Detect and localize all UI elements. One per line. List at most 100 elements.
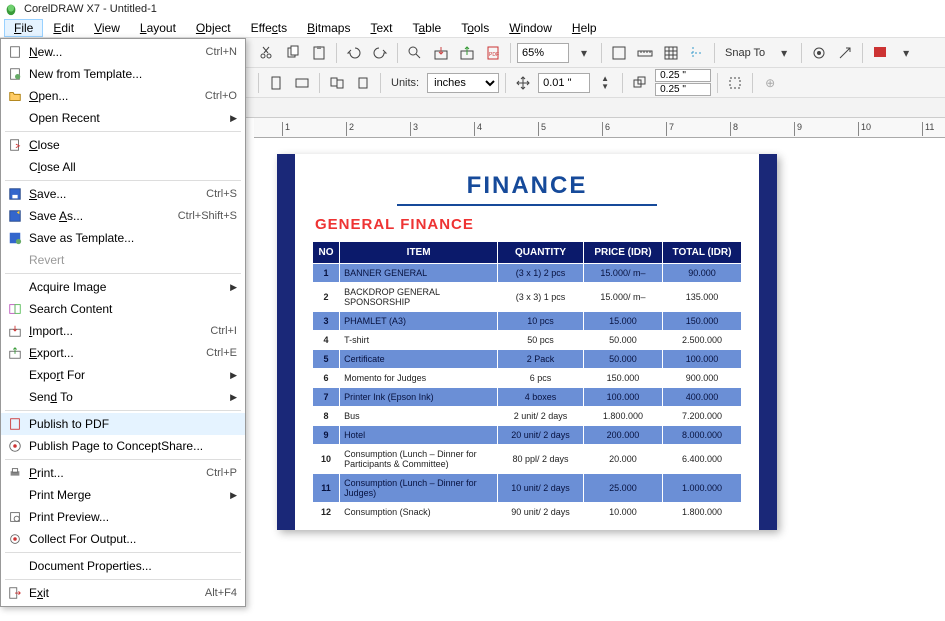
menu-item-new[interactable]: New...Ctrl+N [1, 41, 245, 63]
cell-item: Consumption (Snack) [340, 503, 498, 522]
menu-item-export[interactable]: Export...Ctrl+E [1, 342, 245, 364]
current-page-button[interactable] [352, 72, 374, 94]
menu-item-label: Open... [29, 89, 205, 103]
nudge-spinner-icon[interactable]: ▲▼ [594, 72, 616, 94]
menu-item-label: Print... [29, 466, 206, 480]
duplicate-x-input[interactable] [655, 69, 711, 82]
nudge-input[interactable] [538, 73, 590, 93]
copy-button[interactable] [282, 42, 304, 64]
menu-text[interactable]: Text [360, 19, 402, 37]
menu-separator [5, 180, 241, 181]
cell-total: 1.800.000 [662, 503, 741, 522]
menu-separator [5, 410, 241, 411]
guidelines-button[interactable] [686, 42, 708, 64]
menu-item-acquire-image[interactable]: Acquire Image▶ [1, 276, 245, 298]
menu-item-collect-for-output[interactable]: Collect For Output... [1, 528, 245, 550]
cell-price: 20.000 [583, 445, 662, 474]
menu-item-publish-to-pdf[interactable]: Publish to PDF [1, 413, 245, 435]
menu-item-save-as-template[interactable]: Save as Template... [1, 227, 245, 249]
rulers-button[interactable] [634, 42, 656, 64]
doc-subtitle: GENERAL FINANCE [315, 216, 759, 233]
grid-button[interactable] [660, 42, 682, 64]
menu-item-open-recent[interactable]: Open Recent▶ [1, 107, 245, 129]
concept-icon [5, 437, 25, 455]
cell-total: 150.000 [662, 312, 741, 331]
menu-view[interactable]: View [84, 19, 130, 37]
menu-edit[interactable]: Edit [43, 19, 84, 37]
col-price: PRICE (IDR) [583, 242, 662, 264]
publish-pdf-button[interactable]: PDF [482, 42, 504, 64]
canvas[interactable]: FINANCE GENERAL FINANCE NO ITEM QUANTITY… [247, 138, 945, 621]
menu-help[interactable]: Help [562, 19, 607, 37]
menu-item-publish-page-to-conceptshare[interactable]: Publish Page to ConceptShare... [1, 435, 245, 457]
menu-item-save[interactable]: Save...Ctrl+S [1, 183, 245, 205]
app-logo-icon [4, 2, 18, 16]
cell-qty: (3 x 3) 1 pcs [498, 283, 584, 312]
table-row: 12Consumption (Snack)90 unit/ 2 days10.0… [313, 503, 742, 522]
import-button[interactable] [430, 42, 452, 64]
table-row: 8Bus2 unit/ 2 days1.800.0007.200.000 [313, 407, 742, 426]
snap-to-label[interactable]: Snap To [721, 47, 769, 59]
duplicate-y-input[interactable] [655, 83, 711, 96]
options-button[interactable] [808, 42, 830, 64]
submenu-arrow-icon: ▶ [227, 392, 237, 403]
cell-no: 4 [313, 331, 340, 350]
menu-item-label: Close All [29, 160, 237, 174]
menu-shortcut: Ctrl+P [206, 467, 237, 479]
fullscreen-button[interactable] [608, 42, 630, 64]
menu-bitmaps[interactable]: Bitmaps [297, 19, 360, 37]
menubar: File Edit View Layout Object Effects Bit… [0, 18, 945, 38]
menu-item-search-content[interactable]: Search Content [1, 298, 245, 320]
menu-item-print[interactable]: Print...Ctrl+P [1, 462, 245, 484]
menu-item-close-all[interactable]: Close All [1, 156, 245, 178]
redo-button[interactable] [369, 42, 391, 64]
zoom-level-input[interactable] [517, 43, 569, 63]
menu-item-label: Import... [29, 324, 210, 338]
table-row: 9Hotel20 unit/ 2 days200.0008.000.000 [313, 426, 742, 445]
save-icon [5, 185, 25, 203]
search-button[interactable] [404, 42, 426, 64]
orientation-portrait-button[interactable] [265, 72, 287, 94]
collect-icon [5, 530, 25, 548]
blank-icon [5, 366, 25, 384]
all-pages-button[interactable] [326, 72, 348, 94]
add-preset-button[interactable]: ⊕ [759, 72, 781, 94]
menu-item-print-preview[interactable]: Print Preview... [1, 506, 245, 528]
menu-item-label: Print Preview... [29, 510, 237, 524]
orientation-landscape-button[interactable] [291, 72, 313, 94]
treat-as-filled-button[interactable] [724, 72, 746, 94]
menu-item-document-properties[interactable]: Document Properties... [1, 555, 245, 577]
units-select[interactable]: inches [427, 73, 499, 93]
menu-table[interactable]: Table [402, 19, 451, 37]
export-button[interactable] [456, 42, 478, 64]
cut-button[interactable] [256, 42, 278, 64]
undo-button[interactable] [343, 42, 365, 64]
menu-object[interactable]: Object [186, 19, 241, 37]
menu-tools[interactable]: Tools [451, 19, 499, 37]
menu-item-close[interactable]: Close [1, 134, 245, 156]
menu-item-save-as[interactable]: Save As...Ctrl+Shift+S [1, 205, 245, 227]
menu-item-label: New from Template... [29, 67, 237, 81]
menu-item-open[interactable]: Open...Ctrl+O [1, 85, 245, 107]
menu-item-export-for[interactable]: Export For▶ [1, 364, 245, 386]
menu-item-print-merge[interactable]: Print Merge▶ [1, 484, 245, 506]
menu-item-new-from-template[interactable]: New from Template... [1, 63, 245, 85]
blank-icon [5, 109, 25, 127]
menu-item-send-to[interactable]: Send To▶ [1, 386, 245, 408]
app-launcher-button[interactable] [869, 42, 891, 64]
cell-total: 100.000 [662, 350, 741, 369]
paste-button[interactable] [308, 42, 330, 64]
zoom-dropdown-icon[interactable]: ▾ [573, 42, 595, 64]
menu-file[interactable]: File [4, 19, 43, 37]
cell-total: 90.000 [662, 264, 741, 283]
menu-item-exit[interactable]: ExitAlt+F4 [1, 582, 245, 604]
launch-button[interactable] [834, 42, 856, 64]
app-launcher-dropdown-icon[interactable]: ▾ [895, 42, 917, 64]
menu-item-import[interactable]: Import...Ctrl+I [1, 320, 245, 342]
menu-window[interactable]: Window [499, 19, 562, 37]
snap-to-dropdown-icon[interactable]: ▾ [773, 42, 795, 64]
menu-effects[interactable]: Effects [241, 19, 297, 37]
menu-item-label: Open Recent [29, 111, 227, 125]
file-menu-dropdown: New...Ctrl+NNew from Template...Open...C… [0, 38, 246, 607]
menu-layout[interactable]: Layout [130, 19, 186, 37]
